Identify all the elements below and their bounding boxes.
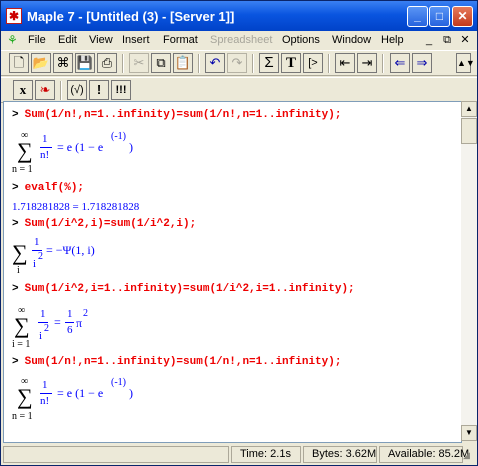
toolbar-separator <box>60 81 62 100</box>
mdi-minimize-button[interactable]: _ <box>421 33 437 47</box>
menu-view[interactable]: View <box>89 34 113 46</box>
document-icon[interactable]: ⚘ <box>7 33 22 47</box>
insert-prompt-icon[interactable]: [> <box>303 53 323 73</box>
menu-insert[interactable]: Insert <box>122 34 150 46</box>
status-message <box>3 446 229 463</box>
maple-window: ✱ Maple 7 - [Untitled (3) - [Server 1]] … <box>0 0 478 466</box>
maple-leaf-icon[interactable]: ✱ <box>6 8 22 24</box>
status-bar: Time: 2.1s Bytes: 3.62M Available: 85.2M <box>1 444 477 465</box>
input-line-3[interactable]: > Sum(1/i^2,i)=sum(1/i^2,i); <box>12 218 196 230</box>
execute-icon[interactable]: ! <box>89 80 109 100</box>
function-icon[interactable]: (√) <box>67 80 87 100</box>
paste-icon[interactable]: 📋 <box>173 53 193 73</box>
print-icon[interactable]: ⎙ <box>97 53 117 73</box>
output-2: 1.718281828 = 1.718281828 <box>12 201 140 213</box>
menu-help[interactable]: Help <box>381 34 404 46</box>
menu-window[interactable]: Window <box>332 34 371 46</box>
input-line-4[interactable]: > Sum(1/i^2,i=1..infinity)=sum(1/i^2,i=1.… <box>12 283 355 295</box>
scroll-down-icon[interactable]: ▼ <box>461 425 477 441</box>
copy-icon[interactable]: ⧉ <box>151 53 171 73</box>
sigma-icon[interactable]: Σ <box>259 53 279 73</box>
main-toolbar: 🗋 📂 ⌘ 💾 ⎙ ✂ ⧉ 📋 ↶ ↷ Σ T [> ⇤ ⇥ ⇐ ⇒ ▲▼ <box>1 50 477 76</box>
maximize-button[interactable]: □ <box>429 6 450 27</box>
vertical-scrollbar[interactable]: ▲ ▼ <box>461 101 477 441</box>
text-mode-icon[interactable]: T <box>281 53 301 73</box>
forward-arrow-icon[interactable]: ⇒ <box>412 53 432 73</box>
context-toolbar: x ❧ (√) ! !!! <box>1 77 477 103</box>
indent-icon[interactable]: ⇥ <box>357 53 377 73</box>
redo-icon[interactable]: ↷ <box>227 53 247 73</box>
mdi-close-button[interactable]: ✕ <box>457 33 473 47</box>
execute-all-icon[interactable]: !!! <box>111 80 131 100</box>
math-mode-icon[interactable]: x <box>13 80 33 100</box>
open-folder-icon[interactable]: 📂 <box>31 53 51 73</box>
input-line-1[interactable]: > Sum(1/n!,n=1..infinity)=sum(1/n!,n=1..i… <box>12 109 341 121</box>
outdent-icon[interactable]: ⇤ <box>335 53 355 73</box>
minimize-button[interactable]: _ <box>407 6 428 27</box>
save-icon[interactable]: 💾 <box>75 53 95 73</box>
toolbar-separator <box>382 54 384 73</box>
maple-leaf-icon[interactable]: ❧ <box>35 80 55 100</box>
input-line-2[interactable]: > evalf(%); <box>12 182 84 194</box>
menu-spreadsheet[interactable]: Spreadsheet <box>210 34 272 46</box>
close-button[interactable]: ✕ <box>452 6 473 27</box>
toolbar-separator <box>328 54 330 73</box>
open-url-icon[interactable]: ⌘ <box>53 53 73 73</box>
menu-file[interactable]: File <box>28 34 46 46</box>
toolbar-separator <box>198 54 200 73</box>
stop-icon[interactable]: ▲▼ <box>456 53 475 73</box>
worksheet[interactable]: > Sum(1/n!,n=1..infinity)=sum(1/n!,n=1..i… <box>3 101 462 443</box>
sum-symbol: ∑ <box>17 384 33 409</box>
menu-bar: ⚘ File Edit View Insert Format Spreadshe… <box>1 31 477 49</box>
toolbar-separator <box>122 54 124 73</box>
window-title: Maple 7 - [Untitled (3) - [Server 1]] <box>27 9 235 24</box>
toolbar-separator <box>252 54 254 73</box>
cut-icon[interactable]: ✂ <box>129 53 149 73</box>
sum-symbol: ∑ <box>17 138 33 163</box>
undo-icon[interactable]: ↶ <box>205 53 225 73</box>
status-time: Time: 2.1s <box>231 446 301 463</box>
sum-symbol: ∑ <box>12 240 28 265</box>
status-bytes: Bytes: 3.62M <box>303 446 377 463</box>
scroll-thumb[interactable] <box>461 118 477 144</box>
mdi-restore-button[interactable]: ⧉ <box>439 33 455 47</box>
input-line-5[interactable]: > Sum(1/n!,n=1..infinity)=sum(1/n!,n=1..i… <box>12 356 341 368</box>
new-file-icon[interactable]: 🗋 <box>9 53 29 73</box>
scroll-up-icon[interactable]: ▲ <box>461 101 477 117</box>
status-available: Available: 85.2M <box>379 446 469 463</box>
title-bar[interactable]: ✱ Maple 7 - [Untitled (3) - [Server 1]] … <box>1 1 477 31</box>
back-arrow-icon[interactable]: ⇐ <box>390 53 410 73</box>
menu-options[interactable]: Options <box>282 34 320 46</box>
menu-edit[interactable]: Edit <box>58 34 77 46</box>
sum-symbol: ∑ <box>14 313 30 338</box>
resize-grip-icon[interactable]: ◢ <box>463 449 475 461</box>
menu-format[interactable]: Format <box>163 34 198 46</box>
